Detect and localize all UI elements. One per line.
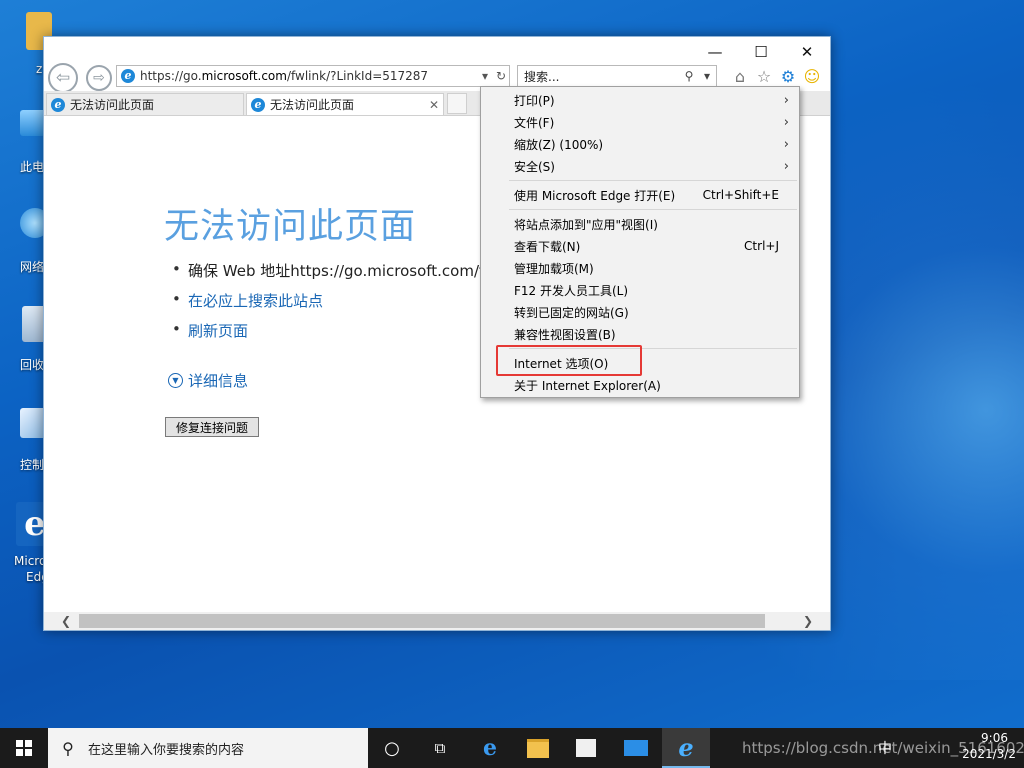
tab-title: 无法访问此页面 xyxy=(70,98,155,112)
folder-icon xyxy=(527,738,549,758)
window-controls: — ☐ ✕ xyxy=(692,37,830,67)
menu-item-add-to-apps[interactable]: 将站点添加到"应用"视图(I) xyxy=(481,213,799,235)
address-url[interactable]: https://go.microsoft.com/fwlink/?LinkId=… xyxy=(140,69,477,83)
menu-item-f12-devtools[interactable]: F12 开发人员工具(L) xyxy=(481,279,799,301)
search-dropdown-icon[interactable]: ▾ xyxy=(698,69,716,83)
menu-item-file[interactable]: 文件(F) › xyxy=(481,111,799,133)
fix-connection-button[interactable]: 修复连接问题 xyxy=(165,417,259,437)
new-tab-button[interactable] xyxy=(447,93,467,114)
close-button[interactable]: ✕ xyxy=(784,37,830,67)
details-toggle[interactable]: ▼ 详细信息 xyxy=(168,370,248,391)
horizontal-scrollbar[interactable]: ❮ ❯ xyxy=(44,612,830,630)
menu-shortcut: Ctrl+J xyxy=(744,239,779,253)
tab-close-icon[interactable]: ✕ xyxy=(425,98,443,112)
search-box[interactable]: 搜索... ⚲ ▾ xyxy=(517,65,717,87)
address-dropdown-icon[interactable]: ▾ xyxy=(477,69,493,83)
scroll-right-icon[interactable]: ❯ xyxy=(798,612,818,630)
windows-logo-icon xyxy=(16,740,32,756)
submenu-chevron-icon: › xyxy=(783,158,789,174)
menu-item-open-in-edge[interactable]: 使用 Microsoft Edge 打开(E) Ctrl+Shift+E xyxy=(481,184,799,206)
submenu-chevron-icon: › xyxy=(783,92,789,108)
search-placeholder: 搜索... xyxy=(524,69,560,84)
taskbar-mail[interactable] xyxy=(612,728,660,768)
menu-item-compatibility-view[interactable]: 兼容性视图设置(B) xyxy=(481,323,799,345)
tab-ie-icon: e xyxy=(251,97,265,112)
forward-button[interactable]: ⇨ xyxy=(86,65,112,91)
taskbar-internet-explorer[interactable]: e xyxy=(662,728,710,768)
cortana-button[interactable]: ○ xyxy=(368,728,416,768)
tab-active[interactable]: e 无法访问此页面 ✕ xyxy=(246,93,444,115)
menu-item-pinned-sites[interactable]: 转到已固定的网站(G) xyxy=(481,301,799,323)
tools-gear-icon[interactable]: ⚙ xyxy=(776,65,800,87)
home-icon[interactable]: ⌂ xyxy=(728,65,752,87)
submenu-chevron-icon: › xyxy=(783,136,789,152)
menu-label: 查看下载(N) xyxy=(514,239,581,254)
menu-label: 关于 Internet Explorer(A) xyxy=(514,378,661,393)
menu-label: F12 开发人员工具(L) xyxy=(514,283,629,298)
edge-icon: e xyxy=(483,735,497,761)
forward-arrow-icon: ⇨ xyxy=(93,70,105,86)
menu-label: 将站点添加到"应用"视图(I) xyxy=(514,217,658,232)
taskbar-store[interactable] xyxy=(562,728,610,768)
search-icon: ⚲ xyxy=(62,738,74,758)
annotation-highlight-box xyxy=(496,345,642,376)
tab-inactive[interactable]: e 无法访问此页面 xyxy=(46,93,244,115)
minimize-button[interactable]: — xyxy=(692,37,738,67)
feedback-smiley-icon[interactable]: ☺ xyxy=(800,65,824,87)
back-button[interactable]: ⇦ xyxy=(48,63,78,93)
ie-page-icon: e xyxy=(121,69,135,83)
mail-icon xyxy=(624,740,648,756)
submenu-chevron-icon: › xyxy=(783,114,789,130)
menu-label: 使用 Microsoft Edge 打开(E) xyxy=(514,188,676,203)
toolbar-icons: ⌂ ☆ ⚙ ☺ xyxy=(728,65,824,87)
menu-label: 文件(F) xyxy=(514,115,555,130)
menu-shortcut: Ctrl+Shift+E xyxy=(702,188,779,202)
menu-item-zoom[interactable]: 缩放(Z) (100%) › xyxy=(481,133,799,155)
menu-label: 兼容性视图设置(B) xyxy=(514,327,616,342)
blog-watermark: https://blog.csdn.net/weixin_51616026 xyxy=(742,739,1024,757)
menu-item-manage-addons[interactable]: 管理加载项(M) xyxy=(481,257,799,279)
address-bar[interactable]: e https://go.microsoft.com/fwlink/?LinkI… xyxy=(116,65,510,87)
details-label: 详细信息 xyxy=(188,372,249,390)
start-button[interactable] xyxy=(0,728,48,768)
favorites-star-icon[interactable]: ☆ xyxy=(752,65,776,87)
taskbar-edge[interactable]: e xyxy=(466,728,514,768)
url-domain: microsoft.com xyxy=(201,69,287,83)
url-prefix: https://go. xyxy=(140,69,202,83)
task-view-icon: ⧉ xyxy=(434,739,446,757)
internet-explorer-icon: e xyxy=(678,732,694,762)
menu-label: 安全(S) xyxy=(514,159,555,174)
menu-item-safety[interactable]: 安全(S) › xyxy=(481,155,799,177)
taskbar-search-box[interactable]: ⚲ 在这里输入你要搜索的内容 xyxy=(48,728,368,768)
expand-chevron-icon: ▼ xyxy=(168,373,183,388)
cortana-circle-icon: ○ xyxy=(384,737,400,759)
menu-label: 打印(P) xyxy=(514,93,555,108)
taskbar-file-explorer[interactable] xyxy=(514,728,562,768)
refresh-icon[interactable]: ↻ xyxy=(493,69,509,83)
error-title: 无法访问此页面 xyxy=(164,207,417,247)
url-path: /fwlink/?LinkId=517287 xyxy=(286,69,429,83)
menu-item-print[interactable]: 打印(P) › xyxy=(481,89,799,111)
menu-label: 管理加载项(M) xyxy=(514,261,594,276)
menu-item-about-ie[interactable]: 关于 Internet Explorer(A) xyxy=(481,374,799,396)
store-bag-icon xyxy=(576,739,596,757)
menu-separator xyxy=(509,209,797,210)
scroll-left-icon[interactable]: ❮ xyxy=(56,612,76,630)
menu-label: 缩放(Z) (100%) xyxy=(514,137,604,152)
menu-separator xyxy=(509,180,797,181)
tab-ie-icon: e xyxy=(51,97,65,112)
taskbar-search-placeholder: 在这里输入你要搜索的内容 xyxy=(88,742,245,758)
menu-label: 转到已固定的网站(G) xyxy=(514,305,629,320)
menu-item-view-downloads[interactable]: 查看下载(N) Ctrl+J xyxy=(481,235,799,257)
tab-title: 无法访问此页面 xyxy=(270,98,355,112)
task-view-button[interactable]: ⧉ xyxy=(416,728,464,768)
maximize-button[interactable]: ☐ xyxy=(738,37,784,67)
back-arrow-icon: ⇦ xyxy=(55,68,71,88)
scrollbar-thumb[interactable] xyxy=(79,614,765,628)
search-icon[interactable]: ⚲ xyxy=(680,69,698,83)
